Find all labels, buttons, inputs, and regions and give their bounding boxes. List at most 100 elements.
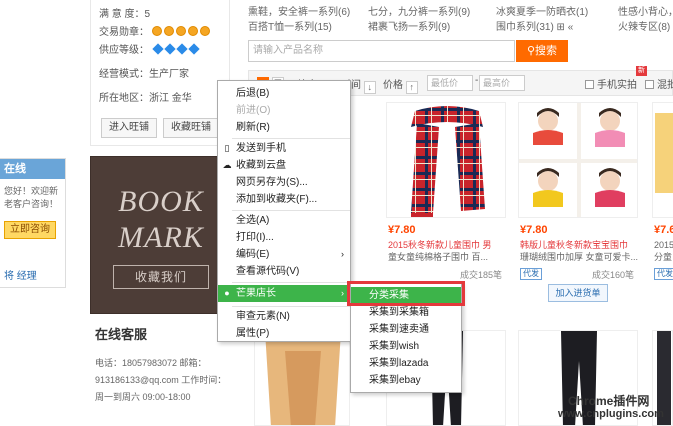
menu-print[interactable]: 打印(I)...	[218, 229, 350, 246]
search-button[interactable]: ⚲搜索	[516, 40, 568, 62]
submenu-lazada[interactable]: 采集到lazada	[351, 355, 461, 372]
product-image[interactable]	[518, 102, 638, 218]
checkbox	[645, 80, 654, 89]
favorite-shop-button[interactable]: 收藏旺铺	[163, 118, 219, 138]
category-link[interactable]: 百搭T恤一系列(15)	[248, 18, 332, 33]
product-title[interactable]: 韩版儿童秋冬新款宝宝围巾 珊瑚绒围巾加厚 女童可爱卡...	[520, 239, 640, 263]
online-contact-link[interactable]: 将 经理	[4, 267, 37, 282]
diamond-icon	[164, 43, 176, 55]
sort-arrow-icon: ↑	[405, 81, 418, 94]
product-price: ¥7.80	[520, 224, 548, 236]
enter-shop-button[interactable]: 进入旺铺	[101, 118, 157, 138]
menu-view-source[interactable]: 查看源代码(V)	[218, 263, 350, 280]
menu-select-all[interactable]: 全选(A)	[218, 212, 350, 229]
sort-price[interactable]: 价格 ↑	[383, 76, 418, 94]
product-card[interactable]: ¥7.80 2015秋冬新款儿童围巾 男童女童纯棉格子围巾 百... 成交185…	[386, 102, 506, 298]
location: 所在地区：浙江 金华	[99, 93, 192, 104]
product-image[interactable]	[652, 102, 673, 218]
search-button-label: 搜索	[535, 45, 558, 57]
online-chat-box: 在线 您好！欢迎新老客户咨询！ 立即咨询 将 经理	[0, 158, 66, 288]
service-hours: 周一到周六 09:00-18:00	[95, 392, 191, 402]
service-phone: 电话：18057983072 邮箱：	[95, 358, 207, 368]
shop-info-panel: 满 意 度：5 交易勋章： 供应等级： 经营模式：生产厂家 所在地区：浙江 金华…	[90, 0, 230, 146]
product-meta: 代发 成交160笔	[520, 268, 640, 280]
menu-save-page-as[interactable]: 网页另存为(S)...	[218, 174, 350, 191]
price-max-input[interactable]: 最高价	[479, 75, 525, 91]
service-email: 913186133@qq.com 工作时间：	[95, 375, 227, 385]
product-card[interactable]: ¥7.80 韩版儿童秋冬新款宝宝围巾 珊瑚绒围巾加厚 女童可爱卡... 代发 成交1…	[518, 102, 640, 302]
product-price: ¥7.6	[654, 224, 673, 236]
supply-label: 供应等级：	[99, 45, 149, 56]
medal-icon	[199, 26, 210, 36]
sort-arrow-icon: ↓	[363, 81, 376, 94]
menu-save-to-cloud[interactable]: ☁ 收藏到云盘	[218, 157, 350, 174]
medal-icon	[163, 26, 174, 36]
banner-line1: BOOK	[118, 185, 204, 218]
highlight-frame	[347, 281, 465, 306]
diamond-icon	[188, 43, 200, 55]
product-image[interactable]	[254, 330, 350, 426]
menu-send-to-phone[interactable]: ▯ 发送到手机	[218, 140, 350, 157]
dropship-badge: 代发	[654, 268, 673, 280]
consult-button[interactable]: 立即咨询	[4, 221, 56, 239]
diamond-icon	[152, 43, 164, 55]
search-icon: ⚲	[526, 45, 536, 57]
menu-mango-manager[interactable]: ● 芒果店长 ›	[218, 285, 350, 302]
checkbox	[585, 80, 594, 89]
product-price: ¥7.80	[388, 224, 416, 236]
trade-medals: 交易勋章：	[99, 24, 221, 42]
category-link[interactable]: 七分，九分裤一系列(9)	[368, 3, 470, 18]
price-dash: -	[475, 75, 479, 86]
menu-add-favorites[interactable]: 添加到收藏夹(F)...	[218, 191, 350, 208]
customer-service: 在线客服 电话：18057983072 邮箱： 913186133@qq.com…	[95, 324, 230, 406]
submenu-collect-box[interactable]: 采集到采集箱	[351, 304, 461, 321]
new-badge: 新	[636, 66, 647, 76]
product-title[interactable]: 2015秋冬新款儿童围巾 男童女童纯棉格子围巾 百...	[388, 239, 508, 263]
medal-label: 交易勋章：	[99, 27, 149, 38]
price-min-input[interactable]: 最低价	[427, 75, 473, 91]
category-link[interactable]: 围巾系列(31) ⊞ «	[496, 18, 573, 33]
context-menu: 后退(B) 前进(O) 刷新(R) ▯ 发送到手机 ☁ 收藏到云盘 网页另存为(S)…	[217, 80, 351, 342]
chevron-right-icon: ›	[341, 288, 344, 298]
menu-properties[interactable]: 属性(P)	[218, 325, 350, 342]
search-input[interactable]: 请输入产品名称	[248, 40, 515, 62]
menu-refresh[interactable]: 刷新(R)	[218, 119, 350, 136]
product-card[interactable]: ¥7.6 2015 分童 代发	[652, 102, 673, 298]
category-link[interactable]: 性感小背心，背	[618, 3, 673, 18]
business-mode: 经营模式：生产厂家	[99, 69, 189, 80]
mixed-batch-filter[interactable]: 混批	[645, 76, 673, 91]
dropship-badge: 代发	[520, 268, 542, 280]
add-to-cart-button[interactable]: 加入进货单	[548, 284, 608, 302]
submenu-wish[interactable]: 采集到wish	[351, 338, 461, 355]
category-link[interactable]: 冰爽夏季一防晒衣(1)	[496, 3, 588, 18]
collect-us-button[interactable]: 收藏我们	[113, 265, 209, 289]
supply-level: 供应等级：	[99, 42, 221, 60]
product-title[interactable]: 2015 分童	[654, 239, 673, 263]
category-link[interactable]: 裙裹飞扬一系列(9)	[368, 18, 450, 33]
medal-icon	[175, 26, 186, 36]
mobile-photo-filter[interactable]: 手机实拍	[585, 76, 637, 91]
banner-line2: MARK	[118, 221, 204, 254]
sales-count: 成交185笔	[459, 270, 502, 280]
submenu-ebay[interactable]: 采集到ebay	[351, 372, 461, 389]
menu-back[interactable]: 后退(B)	[218, 85, 350, 102]
watermark-title: Chrome插件网	[568, 394, 650, 408]
menu-encoding[interactable]: 编码(E) ›	[218, 246, 350, 263]
chevron-right-icon: ›	[341, 249, 344, 259]
category-link[interactable]: 熏鞋，安全裤一系列(6)	[248, 3, 350, 18]
product-image[interactable]	[386, 102, 506, 218]
satisfaction: 满 意 度：5	[99, 9, 151, 20]
menu-forward[interactable]: 前进(O)	[218, 102, 350, 119]
category-link[interactable]: 火辣专区(8)	[618, 18, 670, 33]
submenu-aliexpress[interactable]: 采集到速卖通	[351, 321, 461, 338]
category-links: 熏鞋，安全裤一系列(6) 七分，九分裤一系列(9) 冰爽夏季一防晒衣(1) 性感…	[248, 0, 673, 34]
diamond-icon	[176, 43, 188, 55]
phone-icon: ▯	[224, 143, 230, 153]
online-title: 在线	[0, 159, 65, 179]
watermark-url: www.cnplugins.com	[558, 408, 664, 420]
sales-count: 成交160笔	[591, 270, 634, 280]
online-message: 您好！欢迎新老客户咨询！	[4, 186, 59, 209]
medal-icon	[151, 26, 162, 36]
service-title: 在线客服	[95, 327, 148, 342]
menu-inspect[interactable]: 审查元素(N)	[218, 308, 350, 325]
